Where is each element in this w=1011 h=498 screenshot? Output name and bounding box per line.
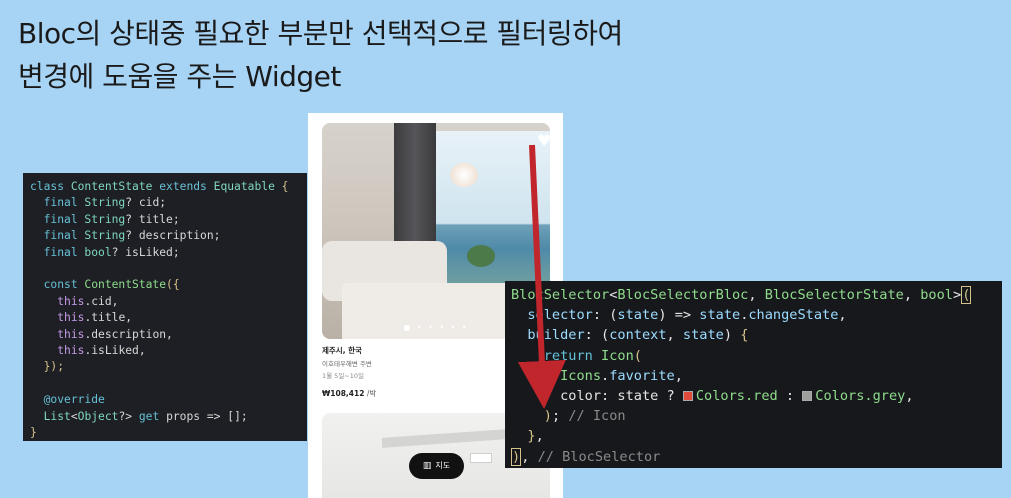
code-line: BlocSelector<BlocSelectorBloc, BlocSelec… — [511, 286, 972, 304]
slide-title: Bloc의 상태중 필요한 부분만 선택적으로 필터링하여 변경에 도움을 주는… — [18, 12, 623, 98]
code-line: ); // Icon — [543, 408, 626, 425]
grey-color-swatch — [802, 391, 813, 402]
code-line: this.title, — [57, 311, 133, 325]
code-line: final String? title; — [43, 212, 180, 226]
map-button-label: 지도 — [435, 461, 451, 470]
title-line-1: Bloc의 상태중 필요한 부분만 선택적으로 필터링하여 — [18, 17, 623, 50]
code-line: this.description, — [57, 327, 173, 341]
code-line: final String? cid; — [43, 196, 167, 210]
code-line: final bool? isLiked; — [43, 245, 180, 259]
code-line: }, — [527, 428, 544, 445]
map-button[interactable]: ▥ 지도 — [409, 453, 464, 479]
code-line: selector: (state) => state.changeState, — [527, 307, 847, 324]
code-line: color: state ? Colors.red : Colors.grey, — [511, 388, 914, 405]
code-line: ), // BlocSelector — [511, 447, 661, 466]
code-line: return Icon( — [543, 347, 642, 364]
red-color-swatch — [682, 391, 693, 402]
code-line: Icons.favorite, — [560, 367, 683, 384]
code-line: builder: (context, state) { — [527, 327, 749, 344]
code-line: @override — [43, 393, 105, 407]
code-line: const ContentState({ — [43, 278, 180, 292]
code-line: List<Object?> get props => []; — [43, 409, 248, 423]
code-line: final String? description; — [43, 229, 221, 243]
code-line: this.isLiked, — [57, 344, 146, 358]
title-line-2: 변경에 도움을 주는 Widget — [18, 60, 341, 93]
code-line: }); — [43, 360, 65, 374]
code-panel-content-state: class ContentState extends Equatable { f… — [23, 173, 307, 441]
code-line: } — [30, 426, 37, 440]
map-icon: ▥ — [422, 461, 432, 471]
code-line: this.cid, — [57, 294, 119, 308]
heart-icon[interactable]: ♥ — [534, 131, 550, 151]
code-line: class ContentState extends Equatable { — [30, 180, 289, 193]
code-panel-bloc-selector: BlocSelector<BlocSelectorBloc, BlocSelec… — [505, 281, 1002, 468]
